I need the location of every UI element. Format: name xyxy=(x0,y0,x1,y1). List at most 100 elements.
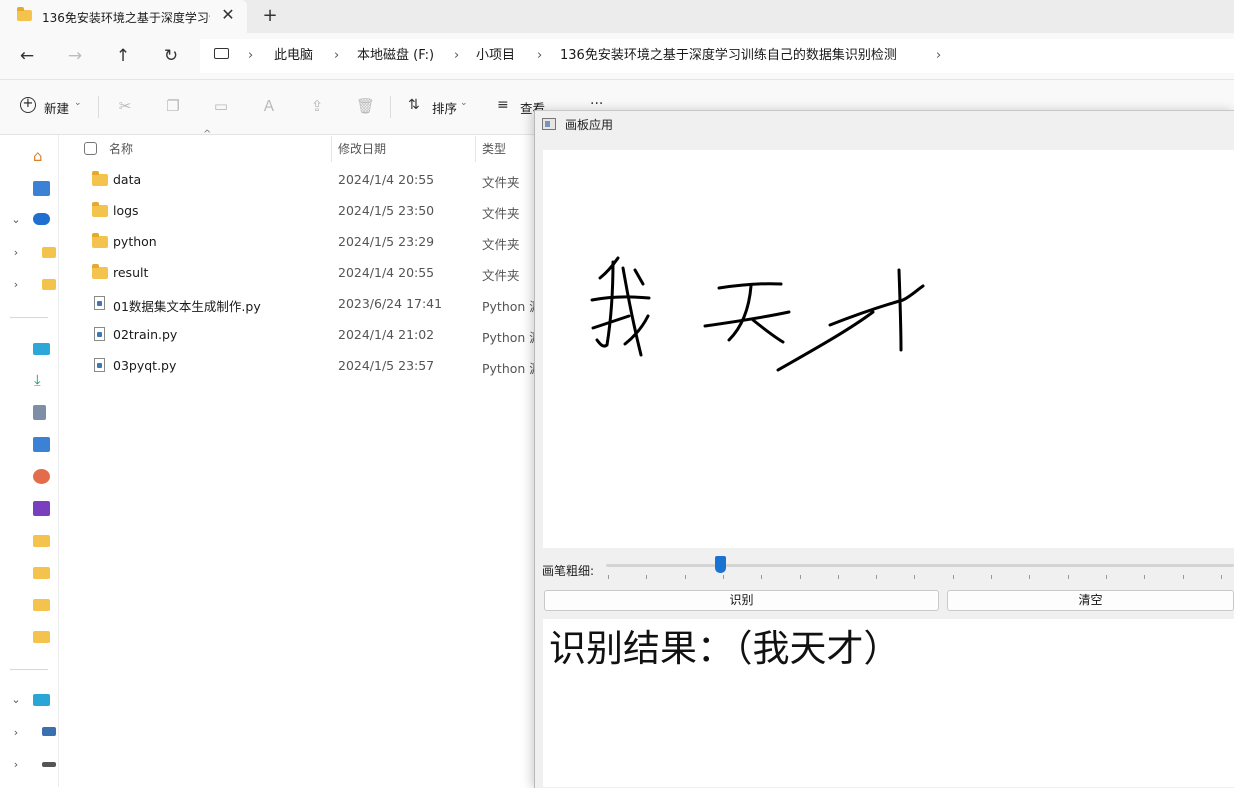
pictures-icon[interactable] xyxy=(33,437,50,452)
download-icon[interactable]: ⤓ xyxy=(34,371,41,389)
slider-tick xyxy=(1144,575,1146,579)
clear-button[interactable]: 清空 xyxy=(947,590,1234,611)
chevron-down-icon[interactable]: ⌄ xyxy=(10,693,22,707)
copy-icon[interactable]: ❐ xyxy=(164,97,182,115)
divider xyxy=(390,96,391,118)
file-date: 2024/1/4 20:55 xyxy=(338,265,435,280)
slider-tick xyxy=(991,575,992,579)
chevron-down-icon[interactable]: ⌄ xyxy=(460,98,468,108)
column-header-type[interactable]: 类型 xyxy=(482,140,506,158)
arrow-up-icon[interactable]: ↑ xyxy=(111,45,135,67)
file-row[interactable]: result 2024/1/4 20:55 文件夹 xyxy=(86,259,536,289)
drawing-canvas[interactable] xyxy=(543,150,1234,548)
drive-icon[interactable] xyxy=(42,727,56,736)
paste-icon[interactable]: ▭ xyxy=(212,97,230,115)
file-name: python xyxy=(113,234,157,249)
breadcrumb-project[interactable]: 136免安装环境之基于深度学习训练自己的数据集识别检测 xyxy=(560,46,897,66)
tab-title[interactable]: 136免安装环境之基于深度学习训练自己的数据集识别检测 xyxy=(42,9,210,25)
breadcrumb-folder[interactable]: 小项目 xyxy=(476,46,515,66)
refresh-icon[interactable]: ↻ xyxy=(159,45,183,67)
python-file-icon xyxy=(94,358,105,372)
videos-icon[interactable] xyxy=(33,501,50,516)
chevron-right-icon[interactable]: › xyxy=(537,46,542,66)
file-type: Python 源 xyxy=(482,361,542,376)
chevron-right-icon[interactable]: › xyxy=(10,726,22,740)
new-button[interactable]: 新建 xyxy=(44,98,69,117)
chevron-down-icon[interactable]: ⌄ xyxy=(10,213,22,227)
breadcrumb-drive[interactable]: 本地磁盘 (F:) xyxy=(357,46,434,66)
slider-tick xyxy=(1067,575,1069,579)
arrow-right-icon[interactable]: → xyxy=(63,45,87,67)
breadcrumb-this-pc[interactable]: 此电脑 xyxy=(274,46,313,66)
documents-icon[interactable] xyxy=(33,405,46,420)
chevron-down-icon[interactable]: ⌄ xyxy=(74,98,82,108)
chevron-right-icon[interactable]: › xyxy=(10,278,22,292)
column-divider[interactable] xyxy=(475,136,476,162)
file-row[interactable]: python 2024/1/5 23:29 文件夹 xyxy=(86,228,536,258)
sort-icon[interactable]: ⇅ xyxy=(408,97,420,113)
file-name: 03pyqt.py xyxy=(113,358,177,373)
chevron-right-icon[interactable]: › xyxy=(936,46,941,66)
file-row[interactable]: 03pyqt.py 2024/1/5 23:57 Python 源 xyxy=(86,352,542,382)
file-type: Python 源 xyxy=(482,330,542,345)
cut-icon[interactable]: ✂ xyxy=(116,97,134,115)
file-name: 01数据集文本生成制作.py xyxy=(113,299,261,314)
chevron-right-icon[interactable]: › xyxy=(248,46,253,66)
column-header-modified[interactable]: 修改日期 xyxy=(338,140,386,158)
view-icon[interactable]: ≡ xyxy=(497,97,509,113)
slider-handle[interactable] xyxy=(715,556,726,573)
home-icon[interactable]: ⌂ xyxy=(33,149,49,164)
column-header-name[interactable]: 名称 xyxy=(109,140,133,158)
rename-icon[interactable]: Ａ xyxy=(260,97,278,115)
slider-tick xyxy=(684,575,686,579)
folder-icon xyxy=(92,202,108,217)
slider-tick xyxy=(1182,575,1184,579)
python-file-icon xyxy=(94,327,105,341)
folder-icon[interactable] xyxy=(33,599,50,611)
folder-icon[interactable] xyxy=(33,567,50,579)
folder-icon[interactable] xyxy=(33,631,50,643)
chevron-right-icon[interactable]: › xyxy=(10,246,22,260)
this-pc-icon[interactable] xyxy=(33,694,50,706)
delete-icon[interactable]: 🗑 xyxy=(356,97,375,115)
music-icon[interactable] xyxy=(33,469,50,484)
file-date: 2024/1/5 23:57 xyxy=(338,358,435,373)
slider-tick xyxy=(952,575,954,579)
chevron-right-icon[interactable]: › xyxy=(454,46,459,66)
plus-icon[interactable]: + xyxy=(260,5,280,27)
folder-icon[interactable] xyxy=(42,247,56,258)
drive-icon[interactable] xyxy=(42,762,56,767)
arrow-left-icon[interactable]: ← xyxy=(15,45,39,67)
chevron-right-icon[interactable]: › xyxy=(10,758,22,772)
chevron-right-icon[interactable]: › xyxy=(334,46,339,66)
column-divider[interactable] xyxy=(331,136,332,162)
slider-tick xyxy=(876,575,878,579)
recognize-button[interactable]: 识别 xyxy=(544,590,939,611)
slider-tick xyxy=(722,575,724,579)
file-type: 文件夹 xyxy=(482,206,520,221)
file-type: 文件夹 xyxy=(482,237,520,252)
app-icon xyxy=(542,118,556,130)
file-row[interactable]: data 2024/1/4 20:55 文件夹 xyxy=(86,166,536,196)
file-row[interactable]: 01数据集文本生成制作.py 2023/6/24 17:41 Python 源 xyxy=(86,290,542,320)
file-row[interactable]: 02train.py 2024/1/4 21:02 Python 源 xyxy=(86,321,542,351)
sort-button[interactable]: 排序 xyxy=(432,98,457,117)
folder-icon[interactable] xyxy=(42,279,56,290)
file-row[interactable]: logs 2024/1/5 23:50 文件夹 xyxy=(86,197,536,227)
plus-circle-icon[interactable]: + xyxy=(20,97,36,113)
select-all-checkbox[interactable] xyxy=(84,142,97,155)
divider xyxy=(10,669,48,670)
folder-icon xyxy=(92,233,108,248)
folder-icon[interactable] xyxy=(33,535,50,547)
pen-width-slider[interactable] xyxy=(606,564,1234,567)
file-name: data xyxy=(113,172,142,187)
share-icon[interactable]: ⇪ xyxy=(308,97,326,115)
window-title: 画板应用 xyxy=(565,118,614,132)
gallery-icon[interactable] xyxy=(33,181,50,196)
slider-tick xyxy=(799,575,801,579)
file-date: 2024/1/5 23:29 xyxy=(338,234,435,249)
close-icon[interactable]: ✕ xyxy=(218,5,238,25)
onedrive-icon[interactable] xyxy=(33,213,50,225)
slider-tick xyxy=(1220,575,1222,579)
desktop-icon[interactable] xyxy=(33,343,50,355)
